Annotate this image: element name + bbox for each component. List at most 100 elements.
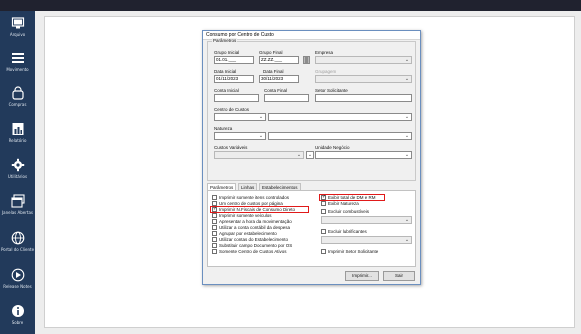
chevron-down-icon: ⌄ bbox=[404, 76, 410, 82]
data-final-label: Data Final bbox=[263, 69, 284, 74]
custos-variaveis-label: Custos Variáveis bbox=[214, 145, 248, 150]
checkbox[interactable] bbox=[212, 225, 217, 230]
check-excluir-combustiveis[interactable]: Excluir combustíveis bbox=[321, 209, 369, 214]
check-hora-movimentacao[interactable]: Apresentar a hora da movimentação bbox=[212, 219, 292, 224]
sidebar-item-sobre[interactable]: Sobre bbox=[0, 303, 35, 331]
setor-solicitante-label: Setor Solicitante bbox=[315, 88, 348, 93]
highlight-box bbox=[319, 194, 385, 201]
sidebar-item-compras[interactable]: Compras bbox=[0, 85, 35, 113]
grupo-inicial-input[interactable]: 01.01.___ bbox=[214, 56, 254, 64]
grupo-inicial-label: Grupo Inicial bbox=[214, 50, 240, 55]
checkbox[interactable] bbox=[212, 231, 217, 236]
checkbox[interactable] bbox=[321, 249, 326, 254]
check-setor-solicitante[interactable]: Imprimir Setor Solicitante bbox=[321, 249, 378, 254]
sidebar-item-label: Compras bbox=[8, 102, 27, 107]
sidebar-item-label: Arquivo bbox=[9, 32, 26, 37]
chevron-down-icon: ⌄ bbox=[258, 133, 264, 139]
checkbox[interactable] bbox=[212, 219, 217, 224]
sidebar: Arquivo Movimento Compras Relatório Util… bbox=[0, 11, 35, 334]
sidebar-item-arquivo[interactable]: Arquivo bbox=[0, 15, 35, 43]
check-documento-por-os[interactable]: Substituir campo Documento por OS bbox=[212, 243, 292, 248]
centro-custos-name-select[interactable]: ⌄ bbox=[268, 113, 412, 121]
menu-lines-icon bbox=[10, 50, 26, 66]
natureza-name-select[interactable]: ⌄ bbox=[268, 132, 412, 140]
group-title: Parâmetros bbox=[212, 38, 238, 43]
print-button[interactable]: Imprimir... bbox=[345, 271, 379, 281]
grupo-final-input[interactable]: ZZ.ZZ.___ bbox=[259, 56, 299, 64]
grupo-final-label: Grupo Final bbox=[259, 50, 283, 55]
custos-variaveis-dropdown-button[interactable]: ⌄ bbox=[306, 151, 314, 159]
centro-custos-code-select[interactable]: ⌄ bbox=[214, 113, 266, 121]
data-inicial-input[interactable]: 01/11/2023 bbox=[214, 75, 254, 83]
sidebar-item-label: Janelas Abertas bbox=[1, 210, 34, 215]
grupo-lookup-button[interactable] bbox=[303, 56, 310, 64]
check-agrupar-estabelecimento[interactable]: Agrupar por estabelecimento bbox=[212, 231, 277, 236]
conta-inicial-label: Conta Inicial bbox=[214, 88, 239, 93]
parametros-group: Parâmetros Grupo Inicial 01.01.___ Grupo… bbox=[207, 38, 416, 181]
grupagem-select[interactable]: ⌄ bbox=[315, 75, 412, 83]
lubrificantes-select[interactable]: ⌄ bbox=[321, 236, 412, 244]
report-chart-icon bbox=[10, 121, 26, 137]
unidade-negocio-select[interactable]: ⌄ bbox=[315, 151, 412, 159]
chevron-down-icon: ⌄ bbox=[258, 114, 264, 120]
centro-custos-label: Centro de Custos bbox=[214, 107, 250, 112]
release-notes-icon bbox=[10, 267, 26, 283]
conta-inicial-input[interactable] bbox=[214, 94, 259, 102]
check-itens-controlados[interactable]: Imprimir somente itens controlados bbox=[212, 195, 289, 200]
sidebar-item-label: Portal do Cliente bbox=[0, 247, 35, 252]
list-icon bbox=[304, 57, 309, 63]
check-exibir-natureza[interactable]: Exibir Natureza bbox=[321, 201, 359, 206]
check-somente-veiculos[interactable]: Imprimir somente veículos bbox=[212, 213, 272, 218]
grupagem-label: Grupagem bbox=[315, 69, 337, 74]
sidebar-item-label: Sobre bbox=[11, 320, 24, 325]
checkbox[interactable] bbox=[212, 213, 217, 218]
unidade-negocio-label: Unidade Negócio bbox=[315, 145, 350, 150]
chevron-down-icon: ⌄ bbox=[404, 57, 410, 63]
shopping-bag-icon bbox=[10, 85, 26, 101]
sidebar-item-portal-cliente[interactable]: Portal do Cliente bbox=[0, 230, 35, 258]
consumo-dialog: Consumo por Centro de Custo Parâmetros G… bbox=[202, 30, 421, 285]
empresa-select[interactable]: ⌄ bbox=[315, 56, 412, 64]
natureza-code-select[interactable]: ⌄ bbox=[214, 132, 266, 140]
sidebar-item-utilitarios[interactable]: Utilitários bbox=[0, 157, 35, 185]
checkbox[interactable] bbox=[212, 195, 217, 200]
sidebar-item-label: Release Notes bbox=[3, 284, 32, 289]
sidebar-item-label: Relatório bbox=[8, 138, 27, 143]
sidebar-item-release-notes[interactable]: Release Notes bbox=[0, 267, 35, 295]
top-bar bbox=[0, 0, 581, 11]
conta-final-label: Conta Final bbox=[264, 88, 288, 93]
chevron-down-icon: ⌄ bbox=[404, 114, 410, 120]
chevron-down-icon: ⌄ bbox=[404, 237, 410, 243]
chevron-down-icon: ⌄ bbox=[307, 152, 313, 158]
windows-icon bbox=[10, 193, 26, 209]
chevron-down-icon: ⌄ bbox=[404, 133, 410, 139]
checkbox[interactable] bbox=[212, 237, 217, 242]
checkbox[interactable] bbox=[321, 229, 326, 234]
combustiveis-select[interactable]: ⌄ bbox=[321, 216, 412, 224]
natureza-label: Natureza bbox=[214, 126, 233, 131]
conta-final-input[interactable] bbox=[264, 94, 309, 102]
custos-variaveis-select[interactable]: ⌄ bbox=[214, 151, 304, 159]
setor-solicitante-input[interactable] bbox=[315, 94, 412, 102]
empresa-label: Empresa bbox=[315, 50, 334, 55]
checkbox[interactable] bbox=[212, 243, 217, 248]
chevron-down-icon: ⌄ bbox=[404, 152, 410, 158]
exit-button[interactable]: Sair bbox=[383, 271, 415, 281]
checkbox[interactable] bbox=[212, 249, 217, 254]
monitor-icon bbox=[10, 15, 26, 31]
check-excluir-lubrificantes[interactable]: Excluir lubrificantes bbox=[321, 229, 367, 234]
sidebar-item-movimento[interactable]: Movimento bbox=[0, 50, 35, 78]
sidebar-item-janelas-abertas[interactable]: Janelas Abertas bbox=[0, 193, 35, 221]
checkbox[interactable] bbox=[321, 201, 326, 206]
chevron-down-icon: ⌄ bbox=[296, 152, 302, 158]
check-conta-contabil[interactable]: Utilizar a conta contábil da despesa bbox=[212, 225, 290, 230]
sidebar-item-label: Utilitários bbox=[7, 174, 28, 179]
sidebar-item-relatorio[interactable]: Relatório bbox=[0, 121, 35, 149]
checkbox[interactable] bbox=[321, 209, 326, 214]
data-final-input[interactable]: 30/11/2023 bbox=[259, 75, 299, 83]
check-centro-ativos[interactable]: Somente Centro de Custos Ativos bbox=[212, 249, 287, 254]
info-icon bbox=[10, 303, 26, 319]
check-contas-estabelecimento[interactable]: Utilizar contas do Estabelecimento bbox=[212, 237, 288, 242]
sidebar-item-label: Movimento bbox=[6, 67, 29, 72]
gear-icon bbox=[10, 157, 26, 173]
